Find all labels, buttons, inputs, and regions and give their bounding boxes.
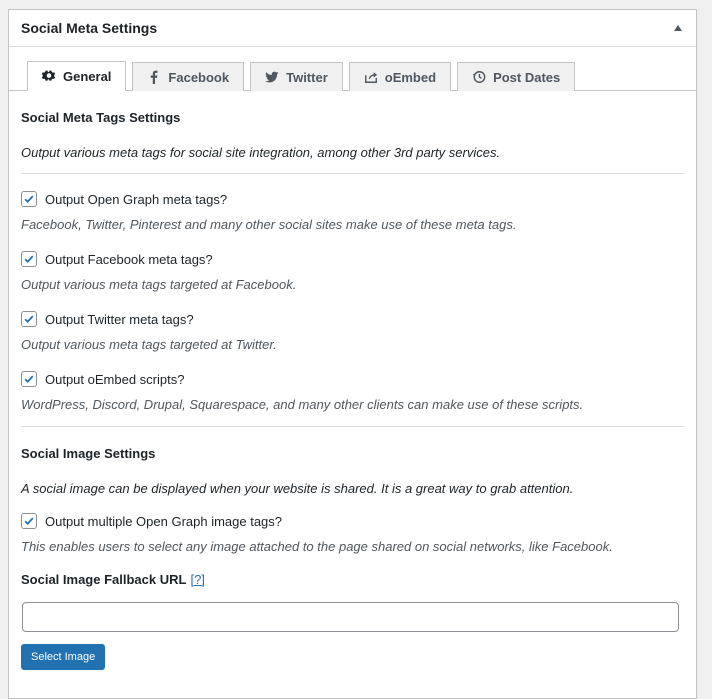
twitter-icon: [265, 70, 279, 84]
section-divider: [21, 426, 684, 427]
settings-tabs: General Facebook Twitter oEmbed Post Dat…: [9, 47, 696, 91]
panel-title: Social Meta Settings: [21, 20, 158, 36]
checkmark-icon: [24, 375, 34, 384]
collapse-arrow-icon[interactable]: [674, 25, 682, 31]
checkmark-icon: [24, 517, 34, 526]
open-graph-label: Output Open Graph meta tags?: [45, 191, 228, 207]
facebook-label: Output Facebook meta tags?: [45, 251, 213, 267]
twitter-option-row[interactable]: Output Twitter meta tags?: [21, 311, 684, 327]
facebook-description: Output various meta tags targeted at Fac…: [21, 277, 297, 292]
open-graph-description: Facebook, Twitter, Pinterest and many ot…: [21, 217, 517, 232]
twitter-description: Output various meta tags targeted at Twi…: [21, 337, 277, 352]
option-open-graph: Output Open Graph meta tags? Facebook, T…: [21, 191, 684, 232]
tab-label-post-dates: Post Dates: [493, 69, 561, 85]
oembed-description: WordPress, Discord, Drupal, Squarespace,…: [21, 397, 584, 412]
fallback-url-label: Social Image Fallback URL: [21, 572, 187, 587]
twitter-checkbox[interactable]: [21, 311, 37, 327]
tab-label-general: General: [63, 68, 112, 84]
fallback-url-field: Social Image Fallback URL [?]: [21, 572, 684, 587]
select-image-button[interactable]: Select Image: [21, 644, 106, 670]
checkmark-icon: [24, 195, 34, 204]
facebook-option-row[interactable]: Output Facebook meta tags?: [21, 251, 684, 267]
oembed-checkbox[interactable]: [21, 371, 37, 387]
facebook-icon: [147, 70, 161, 84]
multiple-og-images-checkbox[interactable]: [21, 513, 37, 529]
section-divider: [21, 173, 684, 174]
tab-twitter[interactable]: Twitter: [250, 62, 343, 91]
open-graph-option-row[interactable]: Output Open Graph meta tags?: [21, 191, 684, 207]
option-twitter: Output Twitter meta tags? Output various…: [21, 311, 684, 352]
tab-facebook[interactable]: Facebook: [132, 62, 245, 91]
image-settings-heading: Social Image Settings: [21, 446, 156, 461]
meta-tags-heading: Social Meta Tags Settings: [21, 110, 181, 125]
panel-header: Social Meta Settings: [9, 10, 696, 47]
clock-icon: [472, 70, 486, 84]
open-graph-checkbox[interactable]: [21, 191, 37, 207]
checkmark-icon: [24, 255, 34, 264]
share-icon: [364, 70, 378, 84]
fallback-url-input[interactable]: [22, 602, 679, 632]
general-tab-content: Social Meta Tags Settings Output various…: [9, 91, 696, 670]
social-meta-settings-panel: Social Meta Settings General Facebook Tw…: [8, 9, 697, 699]
meta-tags-intro: Output various meta tags for social site…: [21, 145, 501, 160]
tab-label-oembed: oEmbed: [384, 69, 437, 85]
option-facebook: Output Facebook meta tags? Output variou…: [21, 251, 684, 292]
facebook-checkbox[interactable]: [21, 251, 37, 267]
twitter-label: Output Twitter meta tags?: [45, 311, 194, 327]
multiple-og-images-label: Output multiple Open Graph image tags?: [45, 513, 283, 529]
tab-label-twitter: Twitter: [286, 69, 328, 85]
tab-post-dates[interactable]: Post Dates: [457, 62, 576, 91]
option-multiple-og-images: Output multiple Open Graph image tags? T…: [21, 513, 684, 554]
oembed-label: Output oEmbed scripts?: [45, 371, 185, 387]
tab-general[interactable]: General: [27, 61, 127, 91]
option-oembed: Output oEmbed scripts? WordPress, Discor…: [21, 371, 684, 412]
help-link[interactable]: [?]: [190, 572, 204, 587]
checkmark-icon: [24, 315, 34, 324]
tab-oembed[interactable]: oEmbed: [348, 62, 452, 91]
gear-icon: [42, 69, 56, 83]
multiple-og-images-option-row[interactable]: Output multiple Open Graph image tags?: [21, 513, 684, 529]
tab-label-facebook: Facebook: [168, 69, 230, 85]
oembed-option-row[interactable]: Output oEmbed scripts?: [21, 371, 684, 387]
image-settings-intro: A social image can be displayed when you…: [21, 481, 574, 496]
multiple-og-images-description: This enables users to select any image a…: [21, 539, 613, 554]
